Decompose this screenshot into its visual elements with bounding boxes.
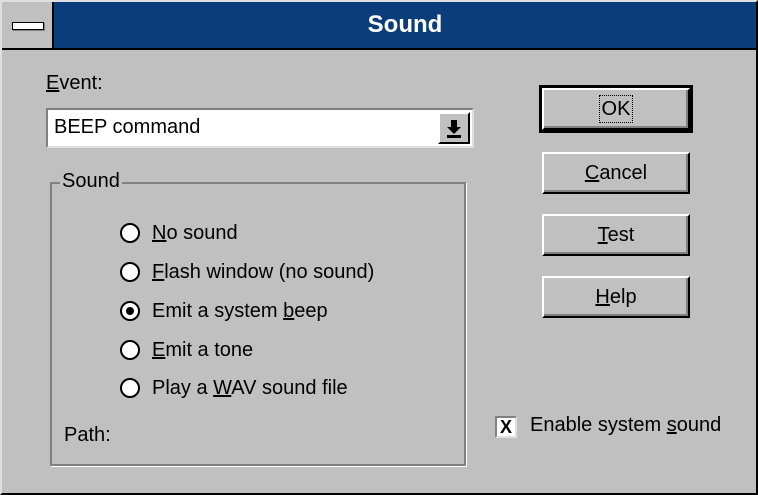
radio-label: No sound xyxy=(152,221,238,244)
radio-label: Flash window (no sound) xyxy=(152,260,375,283)
radio-label: Play a WAV sound file xyxy=(152,376,348,399)
radio-icon xyxy=(120,262,140,282)
event-dropdown[interactable]: BEEP command xyxy=(46,108,474,148)
help-button[interactable]: Help xyxy=(542,276,690,318)
system-menu-button[interactable] xyxy=(2,2,54,48)
ok-button[interactable]: OK xyxy=(539,85,693,133)
path-label: Path: xyxy=(64,424,111,446)
window-title: Sound xyxy=(367,11,443,38)
sound-group-legend: Sound xyxy=(60,170,122,193)
radio-system-beep[interactable]: Emit a system beep xyxy=(120,296,328,326)
cancel-button-label: Cancel xyxy=(584,162,648,184)
help-button-label: Help xyxy=(595,286,637,308)
radio-icon xyxy=(120,340,140,360)
event-label-accel: E xyxy=(46,72,60,94)
ok-button-label: OK xyxy=(598,95,634,123)
cancel-button[interactable]: Cancel xyxy=(542,152,690,194)
radio-label: Emit a system beep xyxy=(152,299,328,322)
radio-label: Emit a tone xyxy=(152,338,254,361)
radio-icon xyxy=(120,378,140,398)
dropdown-arrow-icon xyxy=(447,120,461,138)
test-button-label: Test xyxy=(597,224,635,246)
radio-play-wav[interactable]: Play a WAV sound file xyxy=(120,373,348,403)
dropdown-button[interactable] xyxy=(438,112,470,144)
radio-icon xyxy=(120,301,140,321)
radio-flash-window[interactable]: Flash window (no sound) xyxy=(120,257,374,287)
test-button[interactable]: Test xyxy=(542,214,690,256)
radio-emit-tone[interactable]: Emit a tone xyxy=(120,335,253,365)
event-dropdown-value: BEEP command xyxy=(54,116,201,138)
title-bar: Sound xyxy=(2,2,756,50)
radio-no-sound[interactable]: No sound xyxy=(120,218,238,248)
enable-system-sound-checkbox[interactable]: X xyxy=(495,416,517,438)
system-menu-icon xyxy=(12,22,44,30)
enable-system-sound-label: Enable system sound xyxy=(530,414,722,436)
event-label-rest: vent: xyxy=(59,72,103,94)
radio-icon xyxy=(120,223,140,243)
sound-dialog: Sound Event: BEEP command Sound No sound… xyxy=(0,0,758,495)
event-label: Event: xyxy=(46,72,103,95)
